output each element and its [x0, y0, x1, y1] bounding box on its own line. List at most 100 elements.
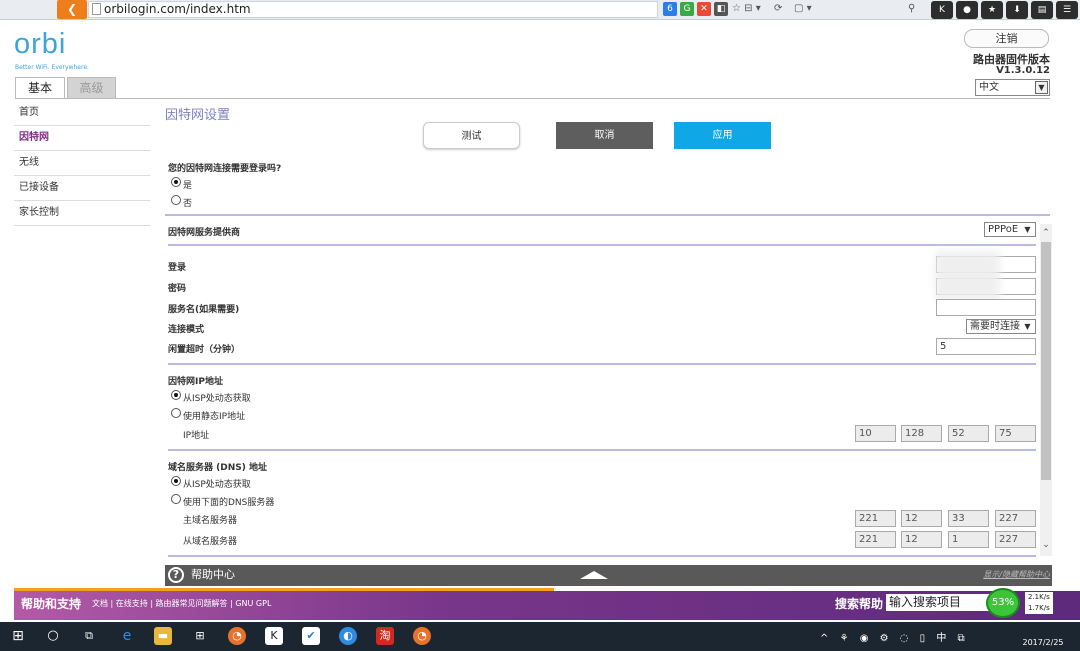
- login-question: 您的因特网连接需要登录吗?: [168, 164, 282, 174]
- browser-app-icon[interactable]: ◔: [228, 627, 246, 645]
- help-center-bar[interactable]: [165, 565, 1052, 586]
- ip-octet-2[interactable]: 128: [901, 425, 942, 442]
- extension-icon[interactable]: ✕: [697, 2, 711, 16]
- scroll-down-icon[interactable]: ⌄: [1040, 540, 1052, 550]
- ip-octet-3[interactable]: 52: [948, 425, 989, 442]
- ip-static-label: 使用静态IP地址: [183, 412, 246, 422]
- primary-dns-octet-2[interactable]: 12: [901, 510, 942, 527]
- memory-meter[interactable]: 53%: [986, 588, 1020, 618]
- ip-dynamic-label: 从ISP处动态获取: [183, 394, 251, 404]
- sidebar-item-wireless[interactable]: 无线: [14, 151, 150, 176]
- secondary-dns-octet-3[interactable]: 1: [948, 531, 989, 548]
- primary-dns-label: 主域名服务器: [183, 516, 238, 526]
- scroll-up-icon[interactable]: ⌃: [1040, 228, 1052, 238]
- app-icon[interactable]: 淘: [376, 627, 394, 645]
- support-title: 帮助和支持: [21, 597, 82, 611]
- primary-dns-octet-4[interactable]: 227: [995, 510, 1036, 527]
- secondary-dns-octet-1[interactable]: 221: [855, 531, 896, 548]
- url-text: orbilogin.com/index.htm: [104, 2, 251, 16]
- logout-button[interactable]: 注销: [964, 29, 1049, 48]
- connection-mode-select[interactable]: 需要时连接 ▼: [966, 319, 1036, 334]
- cancel-button[interactable]: 取消: [556, 122, 653, 149]
- extension-icon[interactable]: 6: [663, 2, 677, 16]
- isp-select[interactable]: PPPoE ▼: [984, 222, 1036, 237]
- app-icon[interactable]: K: [265, 627, 283, 645]
- primary-dns-octet-3[interactable]: 33: [948, 510, 989, 527]
- logo-tagline: Better WiFi. Everywhere.: [15, 64, 89, 71]
- download-icon[interactable]: ⬇: [1006, 1, 1028, 19]
- firmware-version: V1.3.0.12: [996, 65, 1050, 76]
- upload-speed: 2.1K/s: [1028, 593, 1050, 601]
- ip-dynamic-radio[interactable]: [171, 390, 181, 400]
- extension-icon[interactable]: ◧: [714, 2, 728, 16]
- refresh-icon[interactable]: ⟳: [774, 2, 782, 16]
- extension-icon[interactable]: G: [680, 2, 694, 16]
- system-tray-icons[interactable]: ^ ⚘ ◉ ⚙ ◌ ▯ 中 ⧉: [820, 629, 969, 644]
- chevron-down-icon: ▼: [1024, 225, 1031, 234]
- login-field-label: 登录: [168, 263, 187, 273]
- print-icon[interactable]: ▤: [1031, 1, 1053, 19]
- store-icon[interactable]: ⊞: [191, 627, 209, 645]
- search-help-input[interactable]: 输入搜索项目: [886, 594, 996, 611]
- tab-advanced[interactable]: 高级: [67, 77, 116, 99]
- back-button[interactable]: ❮: [57, 0, 87, 19]
- browser-app-icon[interactable]: ◔: [413, 627, 431, 645]
- network-speed: 2.1K/s 1.7K/s: [1025, 592, 1053, 614]
- ip-octet-1[interactable]: 10: [855, 425, 896, 442]
- service-name-input[interactable]: [936, 299, 1036, 316]
- chevron-down-icon: ▼: [1035, 81, 1048, 94]
- divider: [168, 449, 1036, 451]
- tab-divider: [15, 98, 1050, 99]
- bookmark-star-icon[interactable]: ☆ ⊟ ▾: [732, 2, 761, 16]
- task-view-icon[interactable]: ⧉: [80, 627, 98, 645]
- lock-icon[interactable]: ●: [956, 1, 978, 19]
- clock[interactable]: 2017/2/25: [1010, 626, 1076, 648]
- dns-manual-radio[interactable]: [171, 494, 181, 504]
- star-icon[interactable]: ★: [981, 1, 1003, 19]
- scrollbar-thumb[interactable]: [1041, 242, 1051, 480]
- expand-arrow-icon[interactable]: [580, 571, 608, 579]
- windows-start-icon[interactable]: ⊞: [9, 627, 27, 645]
- app-icon[interactable]: ✔: [302, 627, 320, 645]
- extension-icon[interactable]: K: [931, 1, 953, 19]
- sidebar-item-attached-devices[interactable]: 已接设备: [14, 176, 150, 201]
- date-text: 2017/2/25: [1022, 638, 1064, 647]
- app-icon[interactable]: ◐: [339, 627, 357, 645]
- menu-icon[interactable]: ☰: [1056, 1, 1078, 19]
- login-yes-label: 是: [183, 181, 193, 191]
- secondary-dns-octet-4[interactable]: 227: [995, 531, 1036, 548]
- tab-basic[interactable]: 基本: [15, 77, 65, 99]
- ip-static-radio[interactable]: [171, 408, 181, 418]
- dns-dynamic-radio[interactable]: [171, 476, 181, 486]
- sidebar-item-internet[interactable]: 因特网: [14, 126, 150, 151]
- secondary-dns-octet-2[interactable]: 12: [901, 531, 942, 548]
- divider: [168, 363, 1036, 365]
- sidebar-item-parental-controls[interactable]: 家长控制: [14, 201, 150, 226]
- ip-octet-4[interactable]: 75: [995, 425, 1036, 442]
- help-toggle-link[interactable]: 显示/隐藏帮助中心: [930, 569, 1050, 580]
- edge-icon[interactable]: e: [118, 627, 136, 645]
- search-icon[interactable]: ○: [44, 627, 62, 645]
- login-no-radio[interactable]: [171, 195, 181, 205]
- login-yes-radio[interactable]: [171, 177, 181, 187]
- sidebar-item-home[interactable]: 首页: [14, 101, 150, 126]
- back-arrow-icon: ❮: [66, 2, 78, 16]
- apply-button[interactable]: 应用: [674, 122, 771, 149]
- ip-address-label: IP地址: [183, 431, 210, 441]
- login-no-label: 否: [183, 199, 193, 209]
- search-icon[interactable]: ⚲: [908, 2, 915, 16]
- divider: [168, 244, 1036, 246]
- connection-mode-value: 需要时连接: [970, 321, 1020, 332]
- idle-timeout-input[interactable]: 5: [936, 338, 1036, 355]
- download-speed: 1.7K/s: [1028, 604, 1050, 612]
- test-button[interactable]: 测试: [423, 122, 520, 149]
- divider: [168, 555, 1036, 557]
- page-menu-icon[interactable]: ▢ ▾: [794, 2, 812, 16]
- support-links[interactable]: 文档 | 在线支持 | 路由器常见问题解答 | GNU GPL: [92, 598, 271, 609]
- search-help-label: 搜索帮助: [835, 597, 884, 611]
- isp-value: PPPoE: [988, 224, 1019, 235]
- primary-dns-octet-1[interactable]: 221: [855, 510, 896, 527]
- file-explorer-icon[interactable]: ▬: [154, 627, 172, 645]
- connection-mode-label: 连接模式: [168, 325, 205, 335]
- language-select[interactable]: 中文 ▼: [975, 79, 1050, 96]
